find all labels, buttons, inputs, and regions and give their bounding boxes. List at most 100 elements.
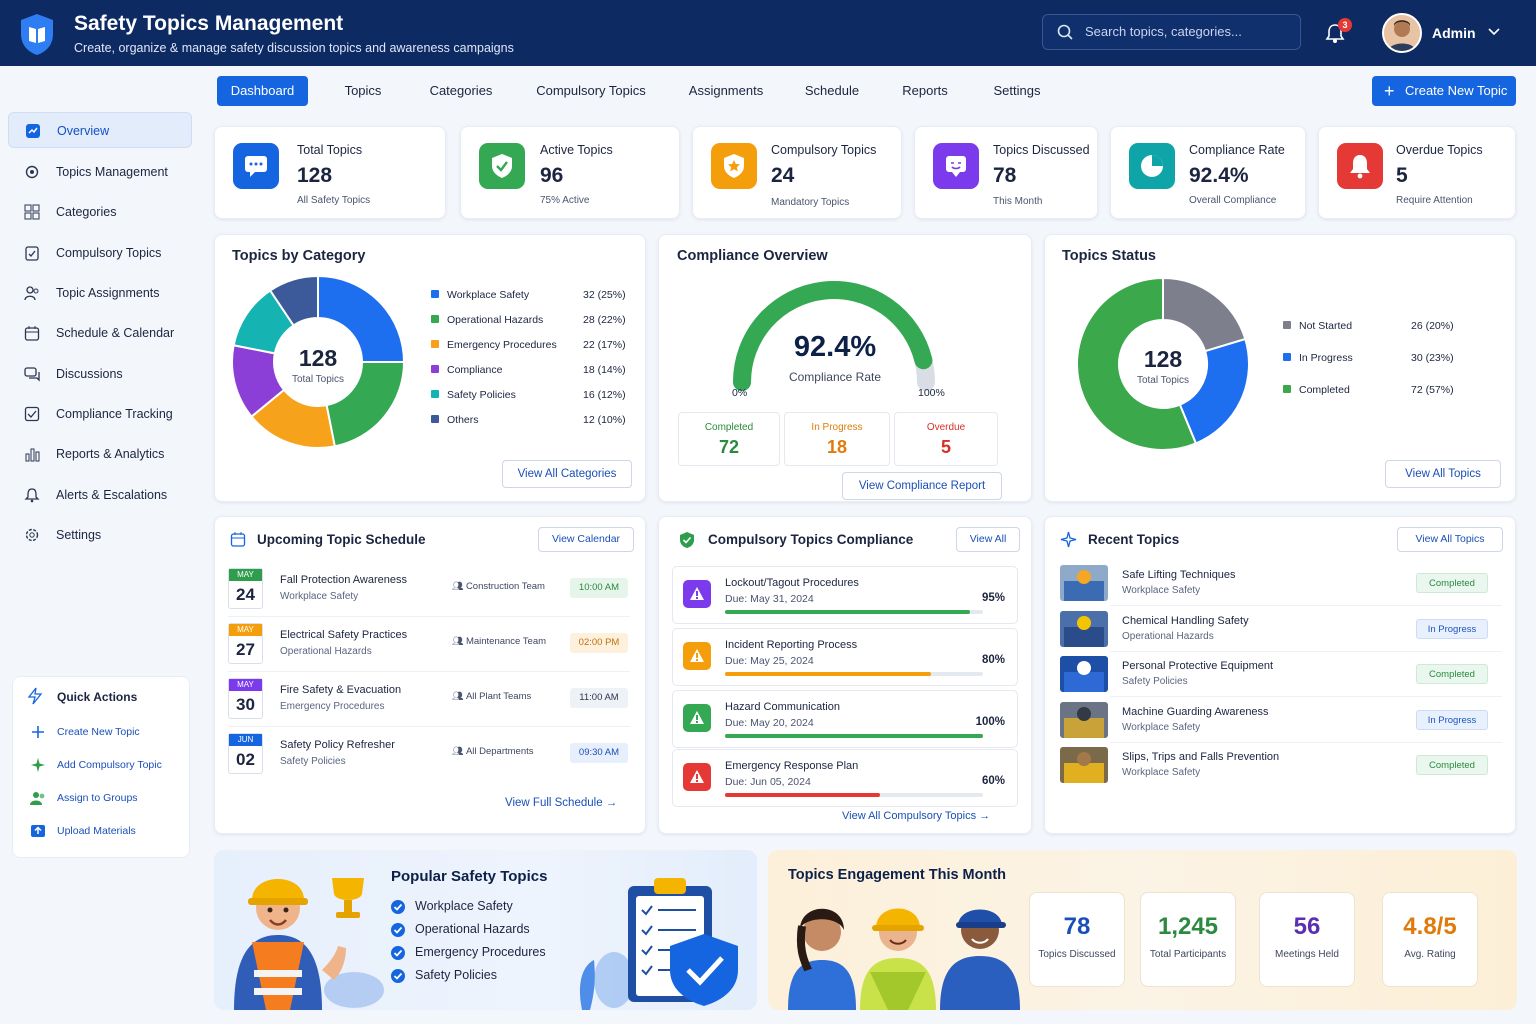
tab-categories[interactable]: Categories — [420, 76, 502, 106]
engagement-stat-card: 4.8/5 Avg. Rating — [1382, 892, 1478, 987]
tab-topics[interactable]: Topics — [330, 76, 396, 106]
compulsory-item-percent: 60% — [981, 775, 1005, 787]
view-compliance-report-button[interactable]: View Compliance Report — [842, 472, 1002, 500]
date-day: 30 — [236, 695, 255, 714]
schedule-item-title[interactable]: Fire Safety & Evacuation — [280, 684, 401, 696]
recent-topic-title[interactable]: Machine Guarding Awareness — [1122, 706, 1269, 718]
discussion-icon — [933, 143, 979, 189]
chat-icon — [233, 143, 279, 189]
search-input[interactable]: Search topics, categories... — [1042, 14, 1301, 50]
progress-fill — [725, 672, 932, 676]
quick-action-create-topic[interactable]: Create New Topic — [57, 726, 140, 738]
stat-sub: Require Attention — [1396, 195, 1473, 206]
compulsory-item[interactable]: Incident Reporting Process Due: May 25, 2… — [672, 628, 1018, 686]
app-title: Safety Topics Management — [74, 12, 344, 35]
sidebar-item-compulsory-topics[interactable]: Compulsory Topics — [8, 235, 192, 271]
compulsory-item[interactable]: Hazard Communication Due: May 20, 2024 100… — [672, 690, 1018, 748]
popular-topic-item[interactable]: Safety Policies — [415, 968, 497, 982]
sidebar-item-reports-analytics[interactable]: Reports & Analytics — [8, 436, 192, 472]
sidebar-item-categories[interactable]: Categories — [8, 194, 192, 230]
quick-action-upload[interactable]: Upload Materials — [57, 825, 136, 837]
recent-topic-category: Operational Hazards — [1122, 630, 1214, 642]
search-placeholder: Search topics, categories... — [1085, 24, 1242, 39]
quick-action-assign-groups[interactable]: Assign to Groups — [57, 792, 138, 804]
tab-reports[interactable]: Reports — [892, 76, 958, 106]
legend-item-others: Others — [431, 414, 479, 426]
view-calendar-button[interactable]: View Calendar — [538, 527, 634, 552]
view-full-schedule-link[interactable]: View Full Schedule → — [505, 797, 617, 809]
recent-topic-category: Workplace Safety — [1122, 721, 1201, 733]
create-new-topic-button[interactable]: + Create New Topic — [1372, 76, 1516, 106]
compulsory-item[interactable]: Lockout/Tagout Procedures Due: May 31, 20… — [672, 566, 1018, 624]
view-all-topics-button[interactable]: View All Topics — [1385, 460, 1501, 488]
stat-card-active-topics[interactable]: Active Topics 96 75% Active — [460, 126, 680, 219]
sidebar-item-alerts-escalations[interactable]: Alerts & Escalations — [8, 477, 192, 513]
schedule-time-badge: 11:00 AM — [570, 688, 628, 708]
view-all-recent-button[interactable]: View All Topics — [1397, 527, 1503, 552]
compulsory-item[interactable]: Emergency Response Plan Due: Jun 05, 2024… — [672, 749, 1018, 807]
tab-schedule[interactable]: Schedule — [796, 76, 868, 106]
status-card-title: Topics Status — [1062, 248, 1156, 264]
schedule-title: Upcoming Topic Schedule — [257, 532, 426, 547]
quick-action-add-compulsory[interactable]: Add Compulsory Topic — [57, 759, 162, 771]
bar-chart-icon — [25, 448, 40, 462]
sidebar-item-settings[interactable]: Settings — [8, 517, 192, 553]
alert-icon — [683, 763, 711, 791]
schedule-item-title[interactable]: Fall Protection Awareness — [280, 574, 407, 586]
sidebar-item-compliance-tracking[interactable]: Compliance Tracking — [8, 396, 192, 432]
popular-topic-item[interactable]: Emergency Procedures — [415, 945, 546, 959]
notification-count-badge: 3 — [1338, 18, 1352, 32]
gear-icon — [25, 165, 39, 179]
legend-item-operational-hazards: Operational Hazards — [431, 314, 543, 326]
users-icon: 👥︎ — [452, 636, 466, 646]
recent-topic-title[interactable]: Slips, Trips and Falls Prevention — [1122, 751, 1279, 763]
legend-label: Not Started — [1299, 320, 1353, 332]
recent-topic-title[interactable]: Safe Lifting Techniques — [1122, 569, 1236, 581]
chevron-down-icon[interactable] — [1488, 28, 1500, 36]
tab-settings[interactable]: Settings — [982, 76, 1052, 106]
user-name[interactable]: Admin — [1432, 25, 1476, 41]
users-icon — [24, 286, 39, 301]
divider — [228, 671, 630, 672]
popular-topic-item[interactable]: Workplace Safety — [415, 899, 513, 913]
legend-swatch — [1283, 321, 1291, 329]
sidebar-item-topics-management[interactable]: Topics Management — [8, 154, 192, 190]
stat-card-compulsory-topics[interactable]: Compulsory Topics 24 Mandatory Topics — [692, 126, 902, 219]
calendar-icon — [230, 532, 246, 547]
stat-card-overdue-topics[interactable]: Overdue Topics 5 Require Attention — [1318, 126, 1516, 219]
popular-topic-item[interactable]: Operational Hazards — [415, 922, 530, 936]
legend-item-workplace-safety: Workplace Safety — [431, 289, 529, 301]
tab-dashboard[interactable]: Dashboard — [217, 76, 308, 106]
legend-label: Operational Hazards — [447, 314, 544, 326]
stat-card-total-topics[interactable]: Total Topics 128 All Safety Topics — [214, 126, 446, 219]
stat-card-compliance-rate[interactable]: Compliance Rate 92.4% Overall Compliance — [1110, 126, 1306, 219]
date-badge: JUN 02 — [228, 733, 263, 774]
recent-topic-title[interactable]: Personal Protective Equipment — [1122, 660, 1273, 672]
stat-card-topics-discussed[interactable]: Topics Discussed 78 This Month — [914, 126, 1098, 219]
view-all-categories-button[interactable]: View All Categories — [502, 460, 632, 488]
schedule-item-category: Operational Hazards — [280, 646, 372, 657]
arrow-right-icon: → — [979, 810, 991, 822]
divider — [228, 616, 630, 617]
tab-compulsory-topics[interactable]: Compulsory Topics — [530, 76, 652, 106]
status-center-value: 128 — [1143, 346, 1183, 372]
upcoming-schedule-card — [214, 516, 646, 834]
view-all-compulsory-link[interactable]: View All Compulsory Topics → — [842, 810, 990, 822]
date-month: MAY — [229, 569, 262, 581]
compulsory-item-title: Incident Reporting Process — [725, 639, 858, 651]
legend-value: 26 (20%) — [1411, 320, 1454, 332]
view-all-compulsory-button[interactable]: View All — [956, 527, 1020, 552]
pie-icon — [1129, 143, 1175, 189]
sidebar-item-discussions[interactable]: Discussions — [8, 356, 192, 392]
sidebar-item-topic-assignments[interactable]: Topic Assignments — [8, 275, 192, 311]
sidebar-item-schedule-calendar[interactable]: Schedule & Calendar — [8, 315, 192, 351]
user-avatar[interactable] — [1382, 13, 1422, 53]
recent-topic-title[interactable]: Chemical Handling Safety — [1122, 615, 1249, 627]
sidebar-item-overview[interactable]: Overview — [8, 112, 192, 148]
schedule-item-title[interactable]: Electrical Safety Practices — [280, 629, 407, 641]
legend-value: 32 (25%) — [583, 289, 626, 301]
users-icon: 👥︎ — [452, 746, 466, 756]
schedule-item-title[interactable]: Safety Policy Refresher — [280, 739, 395, 751]
tab-assignments[interactable]: Assignments — [680, 76, 772, 106]
status-badge: In Progress — [1416, 618, 1488, 639]
